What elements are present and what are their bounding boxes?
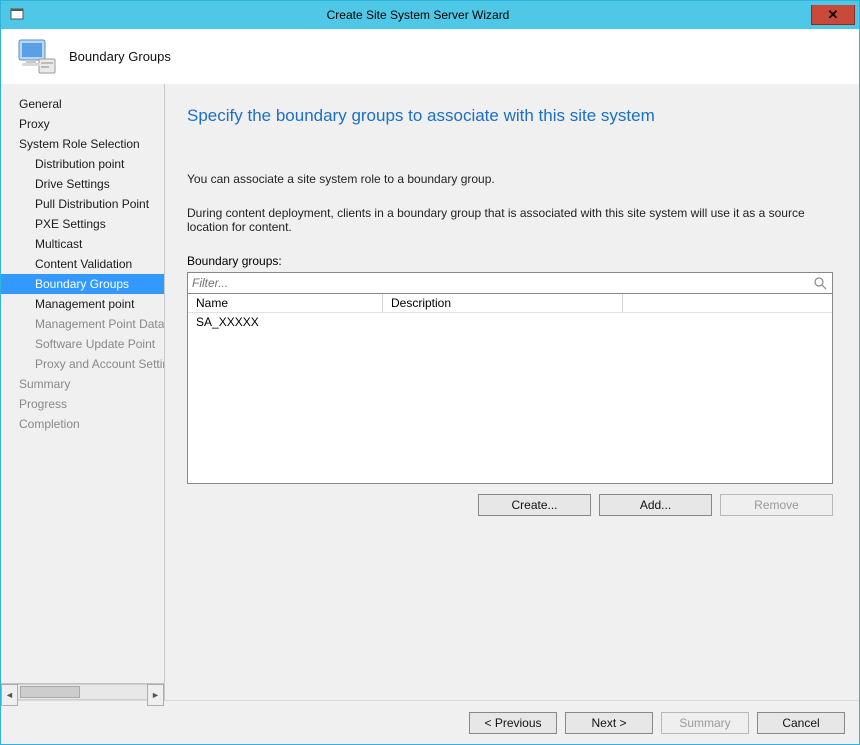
sidebar-item-progress: Progress — [1, 394, 164, 414]
header-step-label: Boundary Groups — [69, 49, 171, 64]
sidebar-scrollbar[interactable]: ◄ ► — [1, 683, 164, 700]
scrollbar-thumb[interactable] — [20, 686, 80, 698]
intro-text-2: During content deployment, clients in a … — [187, 206, 833, 234]
boundary-groups-label: Boundary groups: — [187, 254, 833, 268]
window-title: Create Site System Server Wizard — [25, 8, 811, 22]
sidebar-item-management-point[interactable]: Management point — [1, 294, 164, 314]
cancel-button[interactable]: Cancel — [757, 712, 845, 734]
wizard-sidebar: GeneralProxySystem Role SelectionDistrib… — [1, 84, 165, 700]
search-icon — [812, 275, 828, 291]
page-heading: Specify the boundary groups to associate… — [187, 106, 833, 126]
sidebar-item-completion: Completion — [1, 414, 164, 434]
next-button[interactable]: Next > — [565, 712, 653, 734]
filter-input[interactable] — [192, 276, 812, 290]
cell-description — [383, 315, 623, 329]
wizard-main: Specify the boundary groups to associate… — [165, 84, 859, 700]
sidebar-item-software-update-point: Software Update Point — [1, 334, 164, 354]
remove-button: Remove — [720, 494, 833, 516]
scroll-right-button[interactable]: ► — [147, 684, 164, 706]
scroll-left-button[interactable]: ◄ — [1, 684, 18, 706]
wizard-header: Boundary Groups — [1, 29, 859, 84]
sidebar-item-management-point-database: Management Point Database — [1, 314, 164, 334]
sidebar-item-content-validation[interactable]: Content Validation — [1, 254, 164, 274]
filter-box[interactable] — [187, 272, 833, 294]
close-button[interactable]: ✕ — [811, 5, 855, 25]
intro-text-1: You can associate a site system role to … — [187, 172, 833, 186]
column-name[interactable]: Name — [188, 294, 383, 312]
sidebar-item-summary: Summary — [1, 374, 164, 394]
sidebar-item-proxy-and-account-settings: Proxy and Account Settings — [1, 354, 164, 374]
wizard-footer: < Previous Next > Summary Cancel — [1, 700, 859, 744]
add-button[interactable]: Add... — [599, 494, 712, 516]
sidebar-item-general[interactable]: General — [1, 94, 164, 114]
table-row[interactable]: SA_XXXXX — [188, 313, 832, 331]
sidebar-item-pull-distribution-point[interactable]: Pull Distribution Point — [1, 194, 164, 214]
sidebar-item-drive-settings[interactable]: Drive Settings — [1, 174, 164, 194]
close-icon: ✕ — [828, 7, 839, 23]
column-description[interactable]: Description — [383, 294, 623, 312]
titlebar: Create Site System Server Wizard ✕ — [1, 1, 859, 29]
scrollbar-track[interactable] — [18, 684, 147, 700]
sidebar-item-pxe-settings[interactable]: PXE Settings — [1, 214, 164, 234]
summary-button: Summary — [661, 712, 749, 734]
sidebar-item-proxy[interactable]: Proxy — [1, 114, 164, 134]
create-button[interactable]: Create... — [478, 494, 591, 516]
previous-button[interactable]: < Previous — [469, 712, 557, 734]
sidebar-item-multicast[interactable]: Multicast — [1, 234, 164, 254]
app-icon — [9, 7, 25, 23]
cell-name: SA_XXXXX — [188, 315, 383, 329]
grid-header: Name Description — [188, 294, 832, 313]
sidebar-item-distribution-point[interactable]: Distribution point — [1, 154, 164, 174]
computer-icon — [15, 37, 57, 77]
sidebar-item-system-role-selection[interactable]: System Role Selection — [1, 134, 164, 154]
column-spacer — [623, 294, 832, 312]
grid-buttons: Create... Add... Remove — [187, 484, 833, 516]
wizard-nav: GeneralProxySystem Role SelectionDistrib… — [1, 84, 164, 683]
sidebar-item-boundary-groups[interactable]: Boundary Groups — [1, 274, 164, 294]
boundary-groups-grid: Name Description SA_XXXXX — [187, 294, 833, 484]
